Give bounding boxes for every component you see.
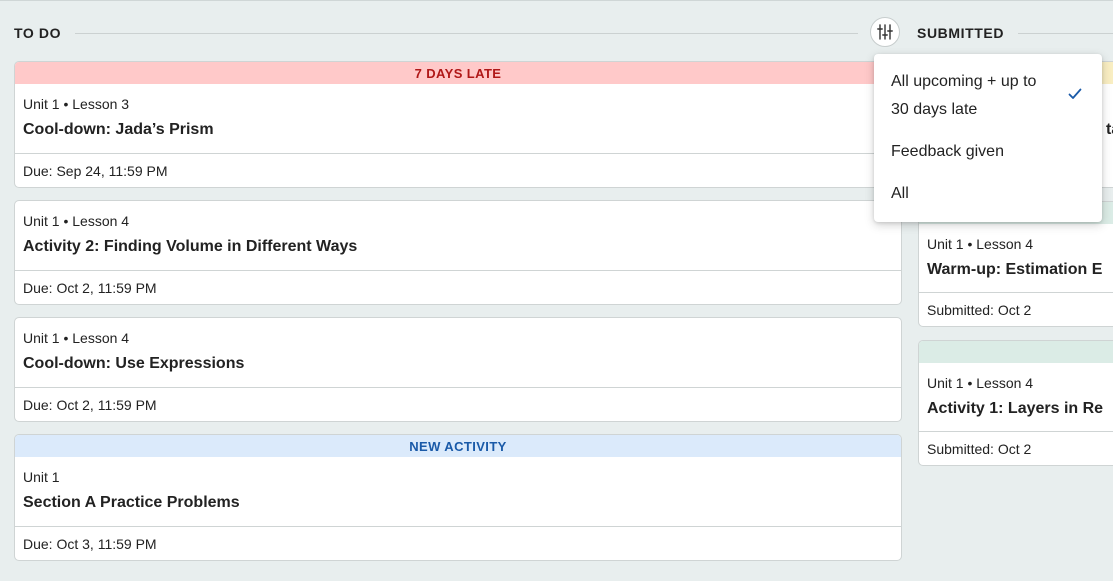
- card-due-date: Due: Sep 24, 11:59 PM: [15, 153, 901, 187]
- filter-option-all[interactable]: All: [891, 180, 909, 208]
- card-banner: [919, 341, 1113, 363]
- card-unit: Unit 1 • Lesson 3: [23, 96, 130, 112]
- card-unit: Unit 1 • Lesson 4: [23, 330, 130, 346]
- todo-column-header: TO DO: [14, 22, 858, 44]
- assignment-card[interactable]: Unit 1 • Lesson 4 Cool-down: Use Express…: [14, 317, 902, 422]
- submitted-card[interactable]: Unit 1 • Lesson 4 Activity 1: Layers in …: [918, 340, 1113, 466]
- card-title: Cool-down: Jada’s Prism: [23, 121, 214, 138]
- card-submitted-date: Submitted: Oct 2: [919, 431, 1113, 465]
- card-unit: Unit 1: [23, 469, 60, 485]
- card-due-date: Due: Oct 2, 11:59 PM: [15, 270, 901, 304]
- submitted-title: SUBMITTED: [917, 25, 1005, 41]
- filter-option-upcoming[interactable]: All upcoming + up to 30 days late: [891, 68, 1036, 124]
- card-title: Cool-down: Use Expressions: [23, 355, 245, 372]
- header-divider: [1018, 32, 1113, 34]
- new-activity-badge: NEW ACTIVITY: [15, 435, 901, 457]
- card-unit: Unit 1 • Lesson 4: [23, 213, 130, 229]
- card-due-date: Due: Oct 2, 11:59 PM: [15, 387, 901, 421]
- card-title: Section A Practice Problems: [23, 494, 240, 511]
- assignment-card[interactable]: 7 DAYS LATE Unit 1 • Lesson 3 Cool-down:…: [14, 61, 902, 188]
- submitted-column-header: SUBMITTED: [917, 22, 1113, 44]
- card-unit: Unit 1 • Lesson 4: [927, 236, 1034, 252]
- checkmark-icon: [1068, 88, 1082, 99]
- late-badge: 7 DAYS LATE: [15, 62, 901, 84]
- card-title: Warm-up: Estimation E: [927, 261, 1103, 278]
- card-title: Activity 1: Layers in Re: [927, 400, 1104, 417]
- filter-option-label-line2: 30 days late: [891, 101, 978, 118]
- card-title: Activity 2: Finding Volume in Different …: [23, 238, 358, 255]
- card-unit: Unit 1 • Lesson 4: [927, 375, 1034, 391]
- filter-option-feedback[interactable]: Feedback given: [891, 138, 1004, 166]
- filter-option-label-line1: All upcoming + up to: [891, 73, 1037, 90]
- assignment-card[interactable]: Unit 1 • Lesson 4 Activity 2: Finding Vo…: [14, 200, 902, 305]
- top-border: [0, 0, 1113, 1]
- sliders-icon: [877, 24, 893, 40]
- todo-title: TO DO: [14, 25, 62, 41]
- header-divider: [75, 32, 858, 34]
- assignment-card[interactable]: NEW ACTIVITY Unit 1 Section A Practice P…: [14, 434, 902, 561]
- card-submitted-date: Submitted: Oct 2: [919, 292, 1113, 326]
- filter-dropdown-menu: All upcoming + up to 30 days late Feedba…: [874, 54, 1102, 222]
- filter-button[interactable]: [870, 17, 900, 47]
- card-due-date: Due: Oct 3, 11:59 PM: [15, 526, 901, 560]
